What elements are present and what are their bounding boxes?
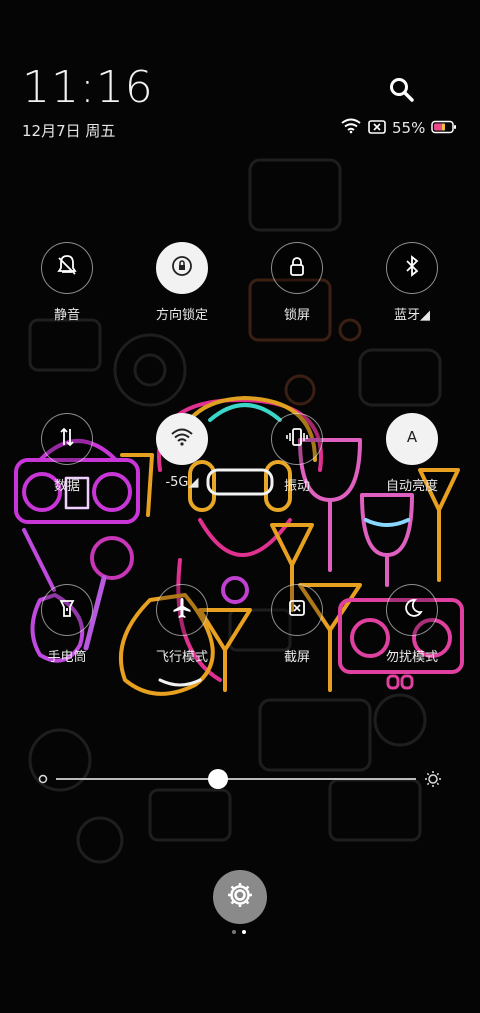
tile-mobile-data[interactable]: 数据 xyxy=(27,413,107,494)
slider-track xyxy=(56,778,416,780)
wifi-signal-icon xyxy=(340,118,362,138)
tile-screenshot[interactable]: 截屏 xyxy=(257,584,337,665)
moon-icon xyxy=(396,592,428,628)
mobile-data-icon xyxy=(51,421,83,457)
battery-percent: 55% xyxy=(392,119,426,137)
status-bar: 55% xyxy=(340,118,457,138)
page-dot xyxy=(232,930,236,934)
tile-rotation-lock[interactable]: 方向锁定 xyxy=(142,242,222,323)
tile-toggle[interactable] xyxy=(41,584,93,636)
tile-toggle[interactable] xyxy=(386,584,438,636)
brightness-slider[interactable] xyxy=(36,766,446,792)
vibrate-icon xyxy=(281,421,313,457)
lock-icon xyxy=(281,250,313,286)
tile-label: 飞行模式 xyxy=(155,650,208,665)
slider-knob xyxy=(208,769,228,789)
tile-toggle[interactable] xyxy=(271,584,323,636)
tile-bluetooth[interactable]: 蓝牙◢ xyxy=(372,242,452,323)
tile-flashlight[interactable]: 手电筒 xyxy=(27,584,107,665)
tile-label: 勿扰模式 xyxy=(385,650,438,665)
search-icon[interactable] xyxy=(386,74,418,106)
brightness-high-icon xyxy=(425,771,441,787)
tile-lock[interactable]: 锁屏 xyxy=(257,242,337,323)
tile-label: 方向锁定 xyxy=(155,308,208,323)
brightness-low-icon xyxy=(38,774,48,784)
tile-label: 蓝牙◢ xyxy=(394,308,430,323)
tile-label: -5G◢ xyxy=(165,475,199,490)
wifi-icon xyxy=(166,421,198,457)
neon-wallpaper xyxy=(14,158,464,864)
page-indicator xyxy=(232,930,246,934)
tile-moon[interactable]: 勿扰模式 xyxy=(372,584,452,665)
tile-label: 静音 xyxy=(53,308,80,323)
clock-date: 12月7日 周五 xyxy=(22,122,116,140)
tile-wifi[interactable]: -5G◢ xyxy=(142,413,222,490)
tile-toggle[interactable] xyxy=(41,413,93,465)
tile-auto-brightness[interactable]: A 自动亮度 xyxy=(372,413,452,494)
tile-toggle[interactable] xyxy=(386,242,438,294)
tile-vibrate[interactable]: 振动 xyxy=(257,413,337,494)
settings-button[interactable] xyxy=(213,870,267,924)
tile-toggle[interactable] xyxy=(156,242,208,294)
tile-bell-off[interactable]: 静音 xyxy=(27,242,107,323)
page-dot-active xyxy=(242,930,246,934)
svg-text:A: A xyxy=(407,428,418,446)
screenshot-icon xyxy=(281,592,313,628)
tile-label: 数据 xyxy=(53,479,80,494)
tile-airplane[interactable]: 飞行模式 xyxy=(142,584,222,665)
tile-toggle[interactable] xyxy=(156,584,208,636)
clock-time: 11:16 xyxy=(22,62,154,113)
flashlight-icon xyxy=(51,592,83,628)
tile-label: 锁屏 xyxy=(283,308,310,323)
auto-brightness-icon: A xyxy=(396,421,428,457)
tile-label: 自动亮度 xyxy=(385,479,438,494)
airplane-icon xyxy=(166,592,198,628)
gear-icon xyxy=(225,880,255,914)
tile-toggle[interactable] xyxy=(41,242,93,294)
no-sim-icon xyxy=(368,119,386,138)
tile-toggle[interactable]: A xyxy=(386,413,438,465)
tile-toggle[interactable] xyxy=(271,413,323,465)
tile-toggle[interactable] xyxy=(156,413,208,465)
bell-off-icon xyxy=(51,250,83,286)
tile-label: 振动 xyxy=(283,479,310,494)
rotation-lock-icon xyxy=(166,250,198,286)
tile-toggle[interactable] xyxy=(271,242,323,294)
tile-label: 手电筒 xyxy=(47,650,87,665)
bluetooth-icon xyxy=(396,250,428,286)
battery-icon xyxy=(431,119,457,138)
tile-label: 截屏 xyxy=(283,650,310,665)
